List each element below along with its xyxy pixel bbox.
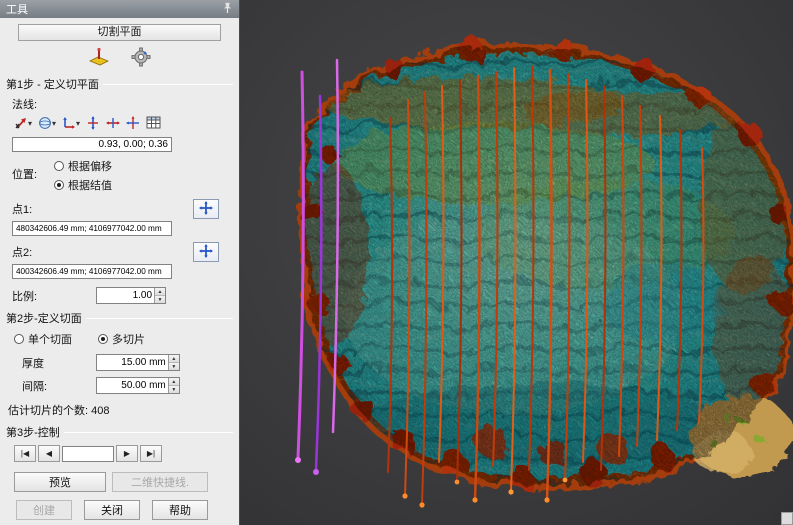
spacing-label: 间隔: bbox=[22, 378, 96, 394]
move-cross-icon bbox=[126, 116, 140, 133]
thickness-input[interactable] bbox=[97, 355, 168, 370]
radio-single-section[interactable]: 单个切面 bbox=[14, 331, 72, 347]
horizontal-arrows-icon bbox=[106, 116, 120, 133]
scale-label: 比例: bbox=[12, 288, 96, 304]
cut-plane-icon bbox=[88, 47, 110, 70]
next-slice-button[interactable]: ▶ bbox=[116, 445, 138, 462]
thickness-label: 厚度 bbox=[22, 355, 96, 371]
create-button[interactable]: 创建 bbox=[16, 500, 72, 520]
radio-by-value[interactable]: 根据结值 bbox=[54, 177, 112, 193]
normal-align-h-button[interactable] bbox=[104, 115, 122, 133]
point2-value-field[interactable] bbox=[12, 264, 172, 279]
viewport-3d[interactable] bbox=[240, 0, 793, 525]
radio-multi-slice[interactable]: 多切片 bbox=[98, 331, 145, 347]
shortcut-2d-button[interactable]: 二维快捷线. bbox=[112, 472, 208, 492]
panel-titlebar: 工具 bbox=[0, 0, 239, 18]
spacing-input[interactable] bbox=[97, 378, 168, 393]
normal-axis-button[interactable]: ▾ bbox=[12, 115, 34, 133]
chevron-down-icon: ▾ bbox=[28, 120, 32, 128]
step3-title: 第3步-控制 bbox=[6, 424, 60, 440]
normal-value-field[interactable] bbox=[12, 137, 172, 152]
spinner-up-icon[interactable]: ▲ bbox=[169, 378, 179, 386]
radio-circle bbox=[54, 161, 64, 171]
spinner-down-icon[interactable]: ▼ bbox=[169, 363, 179, 370]
pick-cross-icon bbox=[199, 244, 213, 261]
pointcloud-canvas[interactable] bbox=[240, 0, 793, 525]
tool-panel: 工具 切割平面 第1步 - 定义 bbox=[0, 0, 240, 525]
slice-position-field[interactable] bbox=[62, 446, 114, 462]
normal-table-button[interactable] bbox=[144, 115, 163, 133]
settings-tool-button[interactable] bbox=[128, 46, 154, 70]
radio-single-label: 单个切面 bbox=[28, 331, 72, 347]
normal-label: 法线: bbox=[12, 96, 37, 112]
cross-arrows-icon bbox=[86, 116, 100, 133]
normal-toolbar: ▾ ▾ ▾ bbox=[12, 115, 233, 133]
normal-fit-button[interactable]: ▾ bbox=[60, 115, 82, 133]
point1-label: 点1: bbox=[12, 201, 32, 217]
step1-header: 第1步 - 定义切平面 bbox=[6, 76, 233, 92]
point1-pick-button[interactable] bbox=[193, 199, 219, 219]
normal-align-v-button[interactable] bbox=[124, 115, 142, 133]
chevron-down-icon: ▾ bbox=[76, 120, 80, 128]
thickness-spinner: ▲ ▼ bbox=[96, 354, 180, 371]
scale-input[interactable] bbox=[97, 288, 154, 303]
radio-multi-label: 多切片 bbox=[112, 331, 145, 347]
last-slice-button[interactable]: ▶| bbox=[140, 445, 162, 462]
normal-flip-button[interactable] bbox=[84, 115, 102, 133]
radio-by-value-label: 根据结值 bbox=[68, 177, 112, 193]
axes-icon bbox=[62, 116, 76, 133]
radio-by-offset[interactable]: 根据偏移 bbox=[54, 158, 112, 174]
spinner-down-icon[interactable]: ▼ bbox=[155, 296, 165, 303]
radio-circle bbox=[54, 180, 64, 190]
step2-title: 第2步-定义切面 bbox=[6, 310, 82, 326]
position-label: 位置: bbox=[12, 158, 54, 182]
scale-spinner: ▲ ▼ bbox=[96, 287, 166, 304]
radio-by-offset-label: 根据偏移 bbox=[68, 158, 112, 174]
step3-header: 第3步-控制 bbox=[6, 424, 233, 440]
radio-circle bbox=[14, 334, 24, 344]
slice-estimate-text: 估计切片的个数: 408 bbox=[8, 402, 109, 418]
first-slice-button[interactable]: |◀ bbox=[14, 445, 36, 462]
gear-icon bbox=[131, 47, 151, 70]
normal-sphere-button[interactable]: ▾ bbox=[36, 115, 58, 133]
section-header-cut-plane[interactable]: 切割平面 bbox=[18, 24, 221, 41]
spacing-spinner: ▲ ▼ bbox=[96, 377, 180, 394]
grid-icon bbox=[146, 116, 161, 132]
slice-transport-controls: |◀ ◀ ▶ ▶| bbox=[14, 445, 233, 462]
sphere-icon bbox=[38, 116, 52, 133]
radio-circle bbox=[98, 334, 108, 344]
prev-slice-button[interactable]: ◀ bbox=[38, 445, 60, 462]
spinner-down-icon[interactable]: ▼ bbox=[169, 386, 179, 393]
point1-value-field[interactable] bbox=[12, 221, 172, 236]
pin-icon[interactable] bbox=[222, 2, 233, 17]
help-button[interactable]: 帮助 bbox=[152, 500, 208, 520]
axis-arrow-icon bbox=[14, 116, 28, 133]
chevron-down-icon: ▾ bbox=[52, 120, 56, 128]
close-button[interactable]: 关闭 bbox=[84, 500, 140, 520]
spinner-up-icon[interactable]: ▲ bbox=[155, 288, 165, 296]
resize-grip[interactable] bbox=[781, 512, 793, 525]
panel-title: 工具 bbox=[6, 1, 28, 17]
pick-cross-icon bbox=[199, 201, 213, 218]
cut-plane-tool-button[interactable] bbox=[86, 46, 112, 70]
step2-header: 第2步-定义切面 bbox=[6, 310, 233, 326]
application-window: 工具 切割平面 第1步 - 定义 bbox=[0, 0, 793, 525]
point2-label: 点2: bbox=[12, 244, 32, 260]
point2-pick-button[interactable] bbox=[193, 242, 219, 262]
step1-title: 第1步 - 定义切平面 bbox=[6, 76, 99, 92]
spinner-up-icon[interactable]: ▲ bbox=[169, 355, 179, 363]
preview-button[interactable]: 预览 bbox=[14, 472, 106, 492]
